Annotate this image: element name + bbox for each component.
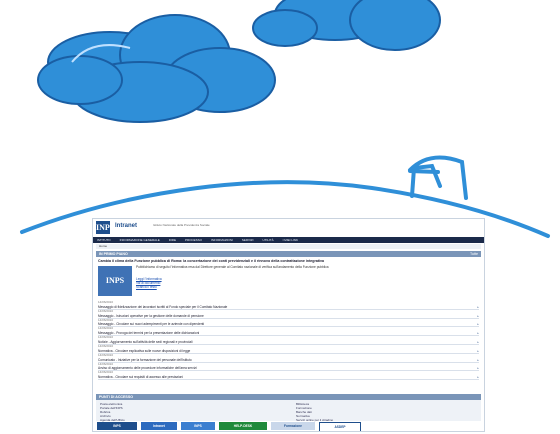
nav-item[interactable]: I MIEI LINK (279, 237, 302, 243)
page-canvas: { "colors": { "cloud_fill": "#2f8fd8", "… (0, 0, 560, 434)
inps-logo: INPS (96, 221, 115, 234)
footer-badge[interactable]: Intranet (141, 422, 177, 430)
section-title: IN PRIMO PIANO (99, 252, 128, 256)
news-title[interactable]: Messaggio di fidelizzazione dei lavorato… (98, 305, 479, 310)
nav-item[interactable]: INFORMAZIONE GENERALE (116, 237, 164, 243)
nav-item[interactable]: DIRE (165, 237, 180, 243)
list-item[interactable]: 14/06/2010 Messaggio - Istruzioni operati… (98, 309, 479, 319)
breadcrumb[interactable]: Home (96, 244, 481, 249)
list-item[interactable]: 14/06/2010 Notizie - Aggiornamento sull'a… (98, 335, 479, 345)
list-item[interactable]: 14/06/2010 Normativa - Circolare esplicat… (98, 344, 479, 354)
news-title[interactable]: Messaggio - Istruzioni operative per la … (98, 314, 479, 319)
site-subtitle: Istituto Nazionale della Previdenza Soci… (153, 223, 210, 227)
list-item[interactable]: 14/06/2010 Comunicato - Iniziative per la… (98, 353, 479, 363)
main-navigation: ISTITUTO INFORMAZIONE GENERALE DIRE PROC… (93, 237, 484, 243)
headline[interactable]: Cambia il clima della Funzione pubblica … (98, 259, 478, 263)
cloud-icon (252, 0, 441, 51)
site-brand: Intranet (115, 223, 138, 229)
footer-badge[interactable]: Formazione (271, 422, 315, 430)
nav-item[interactable]: ISTITUTO (93, 237, 115, 243)
cloud-icon (37, 14, 276, 123)
nav-item[interactable]: INFORMAZIONI (207, 237, 237, 243)
news-link[interactable]: Scarica il testo (136, 285, 162, 289)
news-title[interactable]: Avviso di aggiornamento delle procedure … (98, 366, 479, 372)
footer-badges: INPS Intranet INPS HELP-DESK Formazione … (93, 421, 484, 431)
news-list: 14/06/2010 Messaggio di fidelizzazione de… (98, 300, 479, 381)
footer-badge[interactable]: INPS (97, 422, 137, 430)
footer-badge[interactable]: ASDEP (319, 422, 361, 431)
news-title[interactable]: Notizie - Aggiornamento sull'attività de… (98, 340, 479, 345)
nav-item[interactable]: PROCESSO (181, 237, 206, 243)
list-item[interactable]: 14/06/2010 Messaggio di fidelizzazione de… (98, 300, 479, 310)
list-item[interactable]: 14/06/2010 Messaggio - Circolare sui nuov… (98, 318, 479, 328)
nav-item[interactable]: UTILITÀ (258, 237, 277, 243)
news-title[interactable]: Messaggio - Circolare sui nuovi adempime… (98, 322, 479, 328)
list-item[interactable]: 14/06/2010 Avviso di aggiornamento delle … (98, 362, 479, 372)
news-links: Leggi l'informativa Vai al documento Sca… (136, 277, 162, 289)
news-title[interactable]: Normativa - Circolare esplicativa sulle … (98, 349, 479, 354)
quick-links-panel: PUNTI DI ACCESSO Posta elettronica Porta… (96, 394, 481, 426)
list-item[interactable]: 14/06/2010 Messaggio - Proroga dei termin… (98, 327, 479, 337)
section-all-link[interactable]: Tutte (470, 251, 478, 257)
list-item[interactable]: 14/06/2010 Normativa - Circolare sui requ… (98, 371, 479, 381)
quick-links-title: PUNTI DI ACCESSO (96, 394, 481, 400)
intranet-homepage-screenshot: INPS Intranet Istituto Nazionale della P… (92, 218, 485, 432)
header-bar: INPS Intranet Istituto Nazionale della P… (93, 219, 484, 237)
section-header: IN PRIMO PIANO Tutte (96, 251, 481, 257)
footer-badge[interactable]: INPS (181, 422, 215, 430)
news-title[interactable]: Messaggio - Proroga dei termini per la p… (98, 331, 479, 337)
footer-badge[interactable]: HELP-DESK (219, 422, 267, 430)
news-title[interactable]: Normativa - Circolare sui requisiti di a… (98, 375, 479, 381)
nav-item[interactable]: SERVIZI (238, 237, 258, 243)
news-paragraph: Pubblichiamo di seguito l'informativa re… (136, 265, 329, 269)
news-title[interactable]: Comunicato - Iniziative per la formazion… (98, 358, 479, 363)
news-thumbnail: INPS (98, 266, 132, 296)
quick-links-right: Biblioteca Formazione Banche dati Normat… (296, 402, 333, 422)
